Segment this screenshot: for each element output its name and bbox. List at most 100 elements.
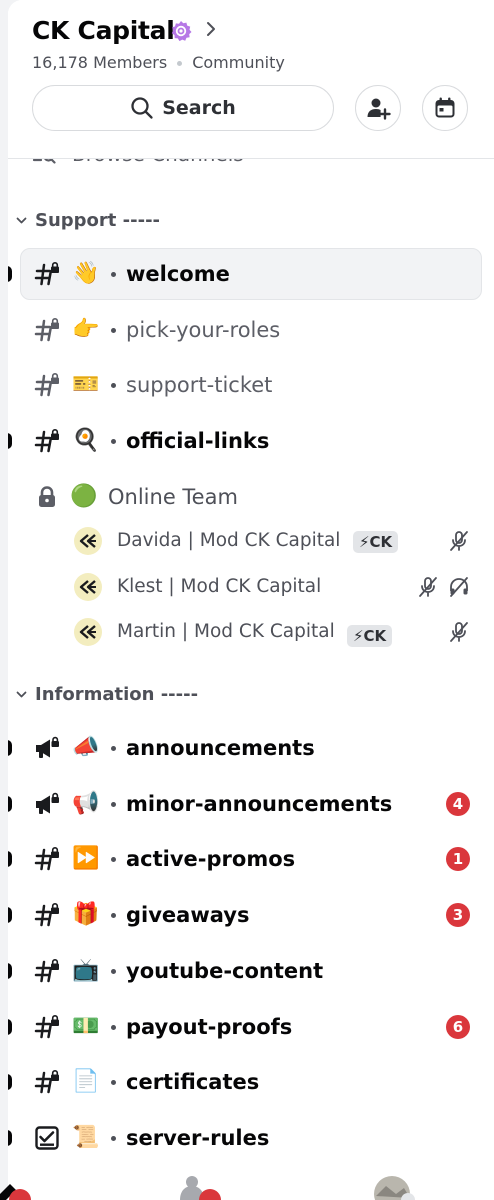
unread-indicator [8, 1074, 12, 1091]
channel-bullet [111, 383, 116, 388]
channel-youtube-content[interactable]: 📺 youtube-content [8, 945, 494, 997]
voice-channel-online-team[interactable]: 🟢 Online Team [8, 471, 494, 523]
hashtag-lock-icon [34, 903, 59, 927]
channel-name: certificates [126, 1070, 260, 1095]
channel-bullet [111, 327, 116, 333]
channel-bullet [111, 1080, 116, 1086]
channel-announcements[interactable]: 📣 announcements [8, 722, 494, 774]
unread-indicator [8, 795, 12, 812]
community-badge-icon [171, 21, 192, 42]
channel-pick-your-roles[interactable]: 👉 pick-your-roles [8, 304, 494, 356]
category-support[interactable]: Support ----- [16, 206, 160, 234]
unread-indicator [8, 740, 12, 756]
channel-support-ticket[interactable]: 🎫 support-ticket [8, 359, 494, 411]
server-meta: 16,178 Members Community [32, 53, 285, 72]
hashtag-lock-icon [34, 1014, 59, 1038]
hashtag-lock-icon [34, 428, 59, 452]
search-icon [131, 97, 153, 119]
avatar [74, 618, 102, 646]
channel-sidebar: CK Capital 16,178 Members Community Searc… [8, 0, 494, 1200]
channel-active-promos[interactable]: ⏩ active-promos 1 [8, 833, 494, 885]
rules-check-icon [35, 1126, 59, 1150]
events-button[interactable] [422, 85, 468, 131]
member-name: Martin | Mod CK Capital [117, 621, 335, 642]
channel-emoji: 📣 [72, 735, 100, 760]
server-type: Community [192, 53, 285, 72]
channel-bullet [111, 1024, 116, 1030]
channel-name: active-promos [126, 847, 296, 872]
channel-official-links[interactable]: 🍳 official-links [8, 415, 494, 467]
unread-indicator [8, 907, 12, 924]
channel-bullet [111, 913, 116, 919]
server-header: CK Capital 16,178 Members Community Searc… [8, 0, 494, 159]
channel-minor-announcements[interactable]: 📢 minor-announcements 4 [8, 778, 494, 830]
unread-indicator [8, 432, 12, 449]
search-button[interactable]: Search [32, 85, 334, 131]
channel-emoji: 📜 [72, 1124, 100, 1150]
channel-emoji: 💵 [72, 1013, 100, 1039]
channel-welcome[interactable]: 👋 welcome [8, 248, 494, 300]
channel-bullet [111, 272, 116, 277]
channel-emoji: 👋 [72, 261, 100, 286]
channel-name: pick-your-roles [126, 317, 281, 342]
channel-emoji: 📄 [72, 1069, 100, 1095]
hashtag-lock-icon [34, 317, 59, 341]
search-label: Search [162, 97, 236, 119]
mention-badge: 1 [446, 847, 470, 872]
unread-indicator [8, 1129, 12, 1146]
channel-certificates[interactable]: 📄 certificates [8, 1056, 494, 1108]
bottom-navigation-bar [0, 1176, 415, 1200]
channel-name: payout-proofs [126, 1014, 293, 1039]
chevron-down-icon [16, 691, 27, 697]
add-member-icon [367, 98, 391, 120]
channel-server-rules[interactable]: 📜 server-rules [8, 1112, 494, 1164]
channel-name: support-ticket [126, 373, 273, 397]
member-name: Davida | Mod CK Capital [117, 530, 341, 551]
member-name: Klest | Mod CK Capital [117, 575, 322, 597]
category-label: Support ----- [35, 209, 161, 231]
avatar [74, 572, 102, 601]
channel-payout-proofs[interactable]: 💵 payout-proofs 6 [8, 1001, 494, 1053]
channel-name: welcome [126, 262, 230, 286]
guild-tag: ⚡CK [353, 531, 399, 553]
channel-emoji: 👉 [72, 316, 100, 342]
mention-badge: 3 [446, 903, 470, 928]
voice-channel-name: Online Team [108, 485, 238, 509]
category-label: Information ----- [35, 683, 199, 705]
invite-button[interactable] [355, 85, 401, 131]
voice-member[interactable]: Klest | Mod CK Capital [8, 565, 494, 609]
channel-emoji: 📺 [72, 957, 100, 983]
channel-giveaways[interactable]: 🎁 giveaways 3 [8, 889, 494, 941]
channel-emoji: 📢 [72, 790, 100, 816]
unread-indicator [8, 962, 12, 979]
channel-name: official-links [126, 428, 270, 453]
guild-tag: ⚡CK [347, 625, 393, 647]
ck-logo-icon [79, 579, 96, 594]
unread-indicator [8, 266, 12, 282]
voice-emoji: 🟢 [70, 484, 98, 509]
muted-mic-icon [419, 576, 437, 597]
channel-name: giveaways [126, 903, 250, 928]
category-information[interactable]: Information ----- [16, 680, 198, 708]
chevron-right-icon[interactable] [204, 20, 218, 38]
channel-emoji: 🎁 [72, 902, 100, 928]
channel-emoji: ⏩ [72, 846, 100, 872]
channel-emoji: 🎫 [72, 372, 100, 397]
channel-name: announcements [126, 736, 315, 760]
avatar [74, 527, 102, 555]
chevron-down-icon [16, 217, 27, 223]
meta-separator [177, 61, 183, 66]
messages-head-icon [186, 1176, 198, 1188]
voice-member[interactable]: Martin | Mod CK Capital ⚡CK [8, 610, 494, 654]
channel-bullet [111, 857, 116, 863]
channel-name: server-rules [126, 1125, 270, 1150]
notification-badge-icon [199, 1189, 221, 1200]
hashtag-lock-icon [34, 261, 59, 286]
ck-logo-icon [79, 625, 96, 639]
channel-bullet [111, 746, 116, 751]
server-name[interactable]: CK Capital [32, 16, 175, 45]
channel-name: youtube-content [126, 958, 324, 983]
voice-member[interactable]: Davida | Mod CK Capital ⚡CK [8, 519, 494, 563]
member-count: 16,178 Members [32, 53, 168, 72]
hashtag-lock-icon [34, 958, 59, 983]
